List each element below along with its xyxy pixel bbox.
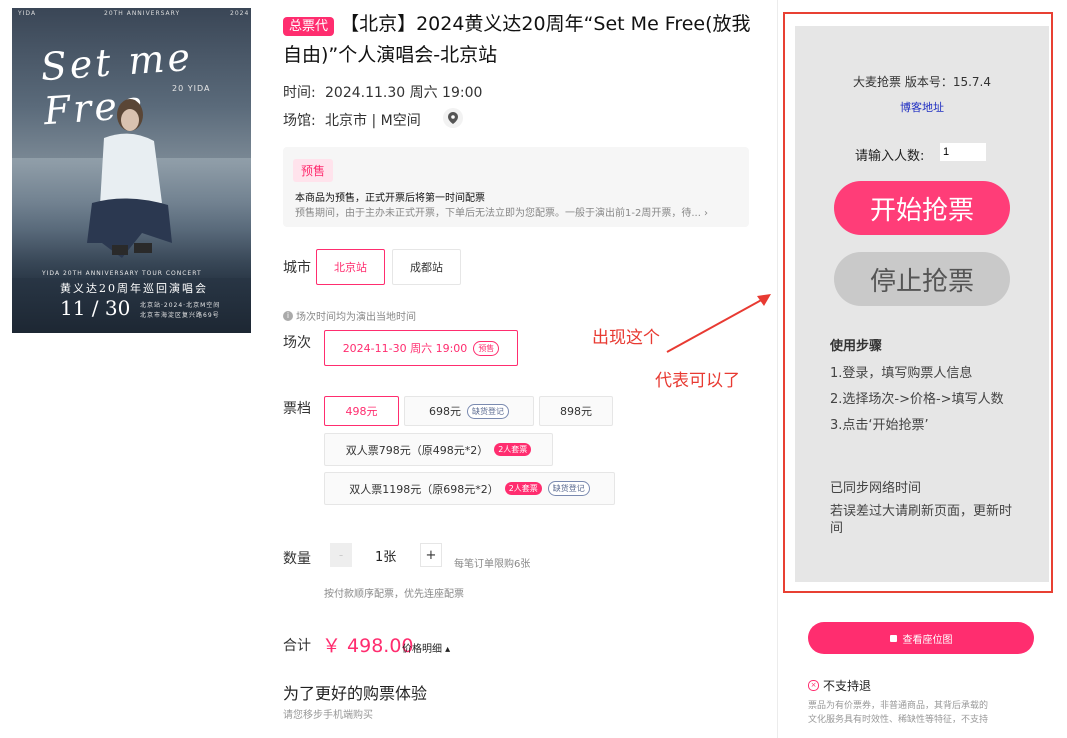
presale-sub-text: 预售期间，由于主办未正式开票，下单后无法立即为您配票。一般于演出前1-2周开票，…	[295, 208, 709, 219]
mobile-heading: 为了更好的购票体验	[283, 684, 428, 703]
poster-tour-cn: 黄义达20周年巡回演唱会	[60, 282, 208, 295]
sync-status: 已同步网络时间	[830, 481, 922, 496]
annotation-arrow-icon	[666, 294, 771, 353]
out-of-stock-pill: 缺货登记	[547, 481, 590, 496]
annotation-line-2: 代表可以了	[655, 371, 740, 391]
count-label: 请输入人数:	[855, 149, 925, 164]
quantity-limit: 每笔订单限购6张	[454, 559, 531, 570]
seat-icon	[889, 634, 897, 642]
event-title: 【北京】2024黄义达20周年“Set Me Free(放我自由)”个人演唱会-…	[283, 13, 751, 66]
city-option-beijing[interactable]: 北京站	[316, 249, 385, 285]
sync-hint: 若误差过大请刷新页面，更新时间	[830, 504, 1013, 536]
quantity-minus-button[interactable]: -	[330, 543, 352, 567]
presale-tag: 预售	[293, 159, 334, 182]
session-label: 场次	[283, 335, 311, 351]
pair-package-pill: 2人套票	[504, 482, 542, 495]
ticket-option-898[interactable]: 898元	[539, 396, 613, 426]
price-detail-link[interactable]: 价格明细 ▴	[402, 640, 450, 655]
no-refund-row: × 不支持退	[808, 677, 871, 694]
refund-text-2: 文化服务具有时效性、稀缺性等特征，不支持	[808, 715, 989, 725]
poster-header-right: 2024	[230, 10, 250, 17]
pair-package-pill: 2人套票	[494, 443, 532, 456]
venue-value: 北京市 | M空间	[325, 113, 421, 129]
ticket-label: 票档	[283, 401, 311, 417]
seat-button-label: 查看座位图	[902, 634, 953, 646]
session-note: i 场次时间均为演出当地时间	[283, 308, 416, 323]
venue-label: 场馆:	[283, 113, 316, 129]
info-icon: i	[283, 310, 293, 321]
time-label: 时间:	[283, 85, 316, 101]
refund-text-1: 票品为有价票券，非普通商品，其背后承载的	[808, 701, 989, 711]
ticket-option-pair-1198-text: 双人票1198元（原698元*2）	[349, 482, 499, 496]
step-3: 3.点击‘开始抢票’	[830, 418, 929, 433]
ticket-option-pair-798[interactable]: 双人票798元（原498元*2） 2人套票	[324, 433, 553, 466]
poster-tour-en: YIDA 20TH ANNIVERSARY TOUR CONCERT	[42, 270, 202, 277]
quantity-value: 1张	[375, 550, 397, 565]
tool-version: 大麦抢票 版本号：15.7.4	[853, 75, 991, 89]
poster-header-mid: 20TH ANNIVERSARY	[104, 10, 181, 17]
start-grab-button[interactable]: 开始抢票	[834, 181, 1010, 235]
agent-tag: 总票代	[283, 17, 335, 36]
ticket-option-698-text: 698元	[429, 405, 461, 418]
close-circle-icon: ×	[808, 680, 819, 691]
poster-header-left: YIDA	[18, 10, 37, 17]
total-label: 合计	[283, 638, 311, 654]
stop-grab-button[interactable]: 停止抢票	[834, 252, 1010, 306]
session-note-text: 场次时间均为演出当地时间	[296, 312, 416, 323]
poster-figure	[87, 99, 172, 258]
step-2: 2.选择场次->价格->填写人数	[830, 392, 1004, 407]
poster-badge: 20 YIDA	[172, 84, 211, 93]
count-input[interactable]	[940, 143, 986, 161]
quantity-label: 数量	[283, 551, 311, 567]
ticket-option-pair-798-text: 双人票798元（原498元*2）	[345, 443, 489, 457]
blog-link[interactable]: 博客地址	[795, 99, 1049, 115]
session-option[interactable]: 2024-11-30 周六 19:00 预售	[324, 330, 518, 366]
out-of-stock-pill: 缺货登记	[467, 403, 509, 419]
poster-venue-line-2: 北京市海淀区复兴路69号	[140, 312, 220, 319]
steps-title: 使用步骤	[830, 339, 883, 354]
quantity-note: 按付款顺序配票，优先连座配票	[324, 589, 464, 600]
mobile-sub: 请您移步手机端购买	[283, 710, 373, 721]
poster-date: 11 / 30	[60, 296, 131, 320]
presale-notice[interactable]: 预售 本商品为预售，正式开票后将第一时间配票 预售期间，由于主办未正式开票，下单…	[283, 147, 749, 227]
time-value: 2024.11.30 周六 19:00	[325, 85, 483, 101]
ticket-option-698[interactable]: 698元 缺货登记	[404, 396, 534, 426]
total-price: ￥ 498.00	[322, 635, 414, 657]
poster-venue-line-1: 北京站·2024·北京M空间	[140, 302, 221, 309]
ticket-option-498[interactable]: 498元	[324, 396, 399, 426]
session-option-text: 2024-11-30 周六 19:00	[342, 342, 468, 355]
event-poster: YIDA 20TH ANNIVERSARY 2024 Set me Free 2…	[12, 8, 251, 333]
view-seat-map-button[interactable]: 查看座位图	[808, 622, 1034, 654]
presale-main-text: 本商品为预售，正式开票后将第一时间配票	[295, 193, 485, 204]
annotation-line-1: 出现这个	[592, 328, 660, 348]
location-pin-icon[interactable]	[443, 108, 463, 128]
event-title-block: 总票代 【北京】2024黄义达20周年“Set Me Free(放我自由)”个人…	[283, 10, 753, 69]
step-1: 1.登录，填写购票人信息	[830, 366, 973, 381]
city-label: 城市	[283, 260, 311, 276]
column-divider	[777, 0, 778, 738]
session-presale-pill: 预售	[473, 340, 500, 356]
no-refund-label: 不支持退	[823, 679, 872, 693]
city-option-chengdu[interactable]: 成都站	[392, 249, 461, 285]
quantity-plus-button[interactable]: +	[420, 543, 442, 567]
ticket-option-pair-1198[interactable]: 双人票1198元（原698元*2） 2人套票 缺货登记	[324, 472, 615, 505]
